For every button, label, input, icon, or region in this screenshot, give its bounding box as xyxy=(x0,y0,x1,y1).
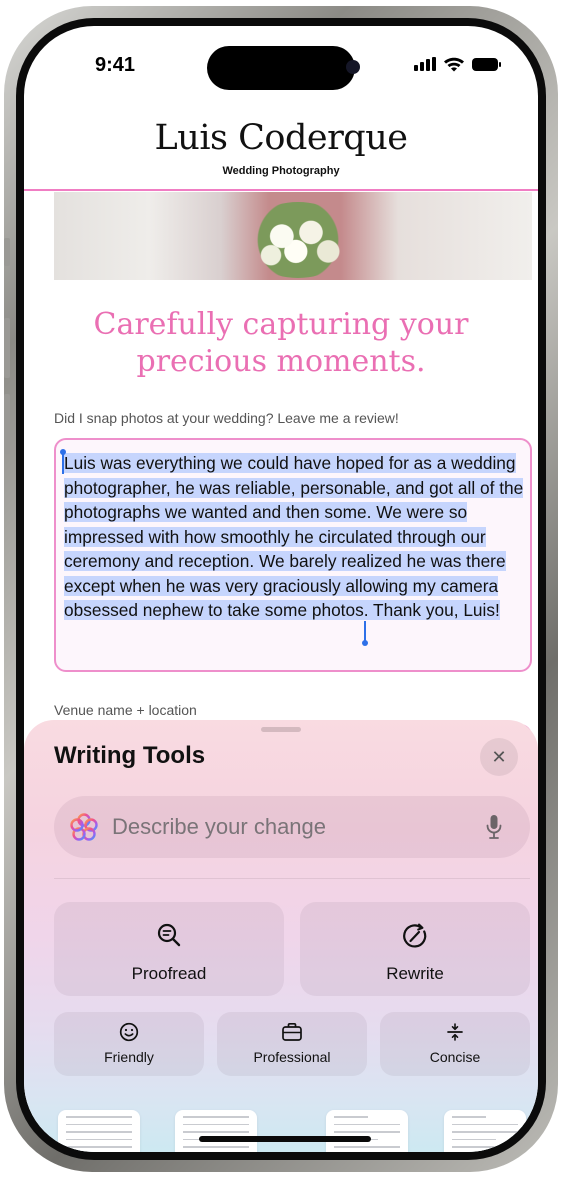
arrow-down-icon: ↓ xyxy=(175,1152,257,1153)
battery-icon xyxy=(472,57,501,71)
rewrite-button[interactable]: Rewrite xyxy=(300,902,530,996)
professional-label: Professional xyxy=(253,1049,331,1065)
format-thumbnail[interactable]: ↓ xyxy=(326,1110,408,1152)
concise-label: Concise xyxy=(429,1049,481,1065)
friendly-label: Friendly xyxy=(104,1049,154,1065)
home-indicator[interactable] xyxy=(199,1136,371,1142)
format-thumbnail[interactable]: ↓ xyxy=(444,1110,526,1152)
writing-tools-panel: Writing Tools ✕ Describe your change Pro… xyxy=(24,720,538,1152)
panel-divider xyxy=(54,878,530,879)
friendly-button[interactable]: Friendly xyxy=(54,1012,204,1076)
apple-intelligence-icon xyxy=(70,813,98,841)
front-camera xyxy=(346,60,360,74)
bouquet-image xyxy=(244,202,352,278)
silent-switch xyxy=(4,238,10,266)
dynamic-island xyxy=(207,46,355,90)
header-divider xyxy=(24,189,538,191)
proofread-button[interactable]: Proofread xyxy=(54,902,284,996)
xmark-icon: ✕ xyxy=(491,746,507,767)
smiley-icon xyxy=(119,1022,139,1042)
describe-change-placeholder: Describe your change xyxy=(112,814,327,839)
briefcase-icon xyxy=(282,1022,302,1041)
venue-field-label: Venue name + location xyxy=(54,702,197,718)
wifi-icon xyxy=(444,57,464,72)
cellular-signal-icon xyxy=(414,57,436,71)
selection-start-handle[interactable] xyxy=(60,449,66,474)
site-title: Luis Coderque xyxy=(154,118,408,158)
volume-up-button xyxy=(4,318,10,378)
headline-line: precious moments. xyxy=(136,344,426,379)
page-headline: Carefully capturing your precious moment… xyxy=(24,306,538,380)
status-icons xyxy=(414,56,501,72)
volume-down-button xyxy=(4,394,10,454)
proofread-label: Proofread xyxy=(131,964,207,983)
review-field-label: Did I snap photos at your wedding? Leave… xyxy=(54,410,399,426)
concise-button[interactable]: Concise xyxy=(380,1012,530,1076)
writing-tools-title: Writing Tools xyxy=(54,742,206,769)
rewrite-label: Rewrite xyxy=(386,964,444,983)
format-thumbnail[interactable]: ↓ xyxy=(175,1110,257,1152)
review-selected-text[interactable]: Luis was everything we could have hoped … xyxy=(64,451,526,623)
microphone-icon[interactable] xyxy=(486,814,502,840)
describe-change-input[interactable]: Describe your change xyxy=(54,796,530,858)
site-subtitle: Wedding Photography xyxy=(222,165,340,177)
arrow-down-icon: ↓ xyxy=(58,1152,140,1153)
magnifier-icon xyxy=(157,923,181,947)
arrow-down-icon: ↓ xyxy=(444,1152,526,1153)
review-text-content: Luis was everything we could have hoped … xyxy=(64,453,524,620)
rewrite-arrow-icon xyxy=(403,923,427,948)
format-thumbnail[interactable]: ↓ xyxy=(58,1110,140,1152)
screen: 9:41 Luis Coderque Wedding Photography C… xyxy=(24,26,538,1152)
arrow-down-icon: ↓ xyxy=(326,1152,408,1153)
headline-line: Carefully capturing your xyxy=(93,307,469,342)
concise-icon xyxy=(447,1023,463,1041)
phone-frame: 9:41 Luis Coderque Wedding Photography C… xyxy=(4,6,558,1172)
status-time: 9:41 xyxy=(95,54,136,76)
professional-button[interactable]: Professional xyxy=(217,1012,367,1076)
sheet-grabber[interactable] xyxy=(261,727,301,732)
close-button[interactable]: ✕ xyxy=(480,738,518,776)
hero-photo xyxy=(54,192,532,280)
selection-end-handle[interactable] xyxy=(362,621,368,646)
